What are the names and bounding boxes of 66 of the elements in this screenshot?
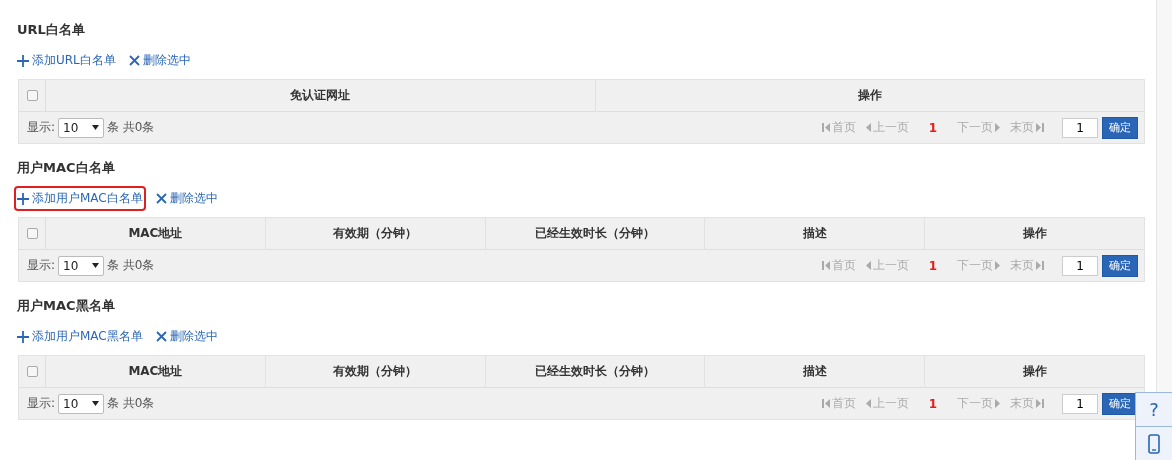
column-header: 有效期（分钟）: [333, 363, 418, 380]
last-icon: [1036, 261, 1044, 270]
left-triangle-icon: [865, 399, 871, 408]
phone-icon: [1148, 433, 1160, 454]
column-header: 操作: [1022, 363, 1047, 380]
column-header: 操作: [1022, 225, 1047, 242]
last-icon: [1036, 399, 1044, 408]
help-button[interactable]: ?: [1135, 392, 1172, 427]
select-all-checkbox[interactable]: [26, 366, 38, 377]
column-header: 已经生效时长（分钟）: [535, 363, 655, 380]
close-icon: [155, 331, 167, 342]
page-size-select[interactable]: 10: [58, 393, 105, 414]
right-triangle-icon: [995, 399, 1000, 408]
page-size-select[interactable]: 10: [58, 117, 105, 138]
add-link[interactable]: 添加用户MAC白名单: [14, 186, 146, 211]
add-link[interactable]: 添加用户MAC黑名单: [14, 324, 146, 349]
section-title: URL白名单: [17, 21, 86, 39]
delete-link[interactable]: 删除选中: [152, 186, 221, 211]
confirm-button[interactable]: 确定: [1102, 116, 1138, 139]
record-count: 条 共0条: [107, 119, 155, 136]
delete-link[interactable]: 删除选中: [152, 324, 221, 349]
page-input[interactable]: 1: [1062, 117, 1098, 138]
mobile-button[interactable]: [1135, 426, 1172, 460]
column-header: MAC地址: [128, 225, 183, 242]
first-icon: [821, 399, 830, 408]
confirm-button[interactable]: 确定: [1102, 392, 1138, 415]
last-icon: [1036, 123, 1044, 132]
page-input[interactable]: 1: [1062, 255, 1098, 276]
section-title: 用户MAC白名单: [17, 159, 116, 177]
show-label: 显示:: [27, 257, 56, 274]
delete-link[interactable]: 删除选中: [125, 48, 194, 73]
close-icon: [155, 193, 167, 204]
first-icon: [821, 261, 830, 270]
left-triangle-icon: [865, 261, 871, 270]
plus-icon: [17, 330, 29, 343]
caret-icon: [92, 263, 100, 268]
confirm-button[interactable]: 确定: [1102, 254, 1138, 277]
column-header: 有效期（分钟）: [333, 225, 418, 242]
caret-icon: [92, 401, 100, 406]
plus-icon: [17, 54, 29, 67]
show-label: 显示:: [27, 395, 56, 412]
caret-icon: [92, 125, 100, 130]
column-header: MAC地址: [128, 363, 183, 380]
show-label: 显示:: [27, 119, 56, 136]
page-size-select[interactable]: 10: [58, 255, 105, 276]
record-count: 条 共0条: [107, 395, 155, 412]
page-input[interactable]: 1: [1062, 393, 1098, 414]
column-header: 操作: [857, 87, 882, 104]
column-header: 描述: [802, 225, 827, 242]
right-triangle-icon: [995, 123, 1000, 132]
select-all-checkbox[interactable]: [26, 228, 38, 239]
section-title: 用户MAC黑名单: [17, 297, 116, 315]
right-triangle-icon: [995, 261, 1000, 270]
first-icon: [821, 123, 830, 132]
add-link[interactable]: 添加URL白名单: [14, 48, 119, 73]
column-header: 描述: [802, 363, 827, 380]
current-page[interactable]: 1: [928, 258, 937, 273]
current-page[interactable]: 1: [928, 396, 937, 411]
select-all-checkbox[interactable]: [26, 90, 38, 101]
column-header: 免认证网址: [290, 87, 351, 104]
column-header: 已经生效时长（分钟）: [535, 225, 655, 242]
current-page[interactable]: 1: [928, 120, 937, 135]
left-triangle-icon: [865, 123, 871, 132]
close-icon: [128, 55, 140, 66]
record-count: 条 共0条: [107, 257, 155, 274]
plus-icon: [17, 192, 29, 205]
